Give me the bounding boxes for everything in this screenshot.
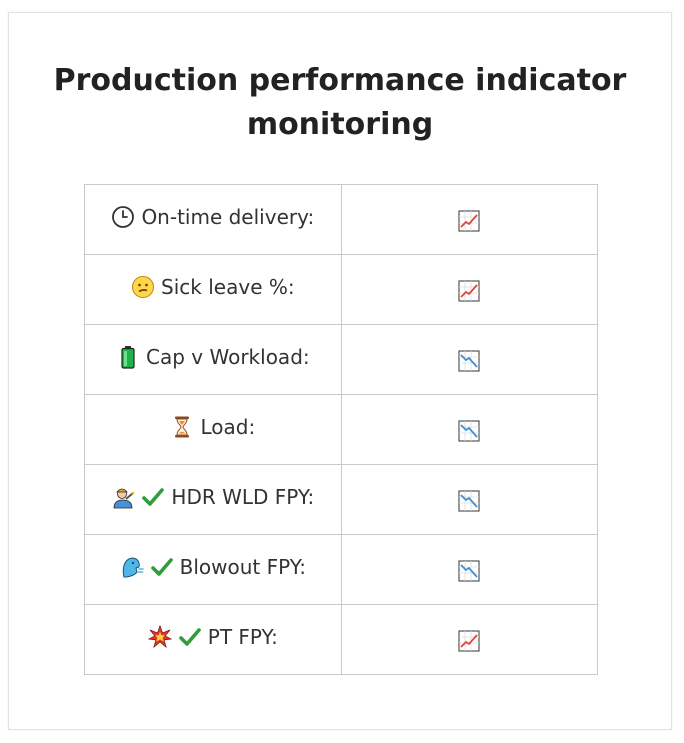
clock-icon: [111, 205, 135, 229]
kpi-label: Cap v Workload:: [146, 345, 310, 369]
chart-decreasing-icon: [458, 490, 480, 512]
kpi-label: Load:: [200, 415, 256, 439]
chart-increasing-icon: [458, 280, 480, 302]
kpi-label-cell: Load:: [84, 394, 342, 465]
chart-decreasing-icon: [458, 420, 480, 442]
kpi-trend-cell: [340, 394, 599, 465]
chart-increasing-icon: [458, 210, 480, 232]
hourglass-icon: [170, 415, 194, 439]
table-row: PT FPY:: [84, 604, 599, 675]
blowing-face-icon: [120, 555, 144, 579]
kpi-label: HDR WLD FPY:: [171, 485, 315, 509]
kpi-trend-cell: [340, 324, 599, 395]
kpi-label-cell: Sick leave %:: [84, 254, 342, 325]
battery-icon: [116, 345, 140, 369]
kpi-label-cell: Blowout FPY:: [84, 534, 342, 605]
kpi-card: Production performance indicator monitor…: [8, 12, 672, 730]
kpi-trend-cell: [340, 604, 599, 675]
kpi-trend-cell: [340, 254, 599, 325]
chart-decreasing-icon: [458, 350, 480, 372]
check-mark-icon: [178, 625, 202, 649]
kpi-label: PT FPY:: [207, 625, 278, 649]
table-row: HDR WLD FPY:: [84, 464, 599, 535]
kpi-trend-cell: [340, 184, 599, 255]
kpi-trend-cell: [340, 534, 599, 605]
chart-decreasing-icon: [458, 560, 480, 582]
kpi-label-cell: HDR WLD FPY:: [84, 464, 342, 535]
check-mark-icon: [150, 555, 174, 579]
page-title: Production performance indicator monitor…: [53, 63, 627, 142]
kpi-table: On-time delivery: Sick leave %: Cap v Wo…: [84, 184, 599, 675]
check-mark-icon: [141, 485, 165, 509]
kpi-label: Blowout FPY:: [179, 555, 307, 579]
table-row: Blowout FPY:: [84, 534, 599, 605]
kpi-label-cell: PT FPY:: [84, 604, 342, 675]
table-row: Cap v Workload:: [84, 324, 599, 395]
kpi-label: On-time delivery:: [141, 205, 315, 229]
kpi-label-cell: On-time delivery:: [84, 184, 342, 255]
confused-face-icon: [131, 275, 155, 299]
kpi-trend-cell: [340, 464, 599, 535]
table-row: Sick leave %:: [84, 254, 599, 325]
kpi-label: Sick leave %:: [161, 275, 295, 299]
kpi-label-cell: Cap v Workload:: [84, 324, 342, 395]
chart-increasing-icon: [458, 630, 480, 652]
table-row: Load:: [84, 394, 599, 465]
table-row: On-time delivery:: [84, 184, 599, 255]
factory-worker-icon: [111, 485, 135, 509]
collision-icon: [147, 625, 172, 649]
